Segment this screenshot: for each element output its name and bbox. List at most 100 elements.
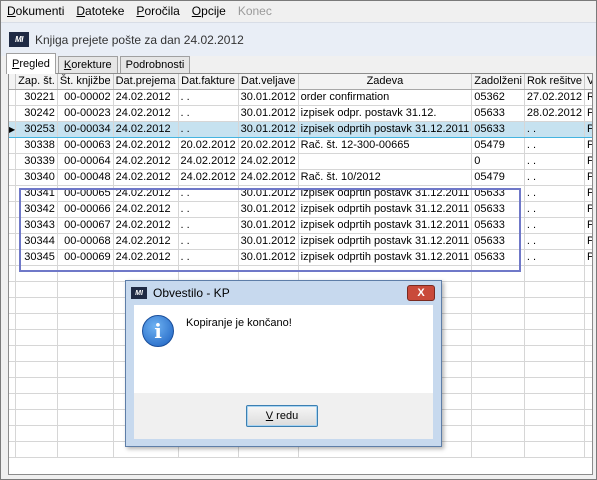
table-cell[interactable]: 30341 [15,185,58,202]
table-cell[interactable]: 28.02.2012 [524,105,585,122]
table-cell[interactable]: izpisek odprtih postavk 31.12.2011 [298,233,473,250]
table-cell[interactable]: 05362 [471,89,525,106]
table-cell[interactable]: . . [524,217,585,234]
table-cell[interactable]: R [584,89,592,106]
table-cell[interactable]: . . [178,105,239,122]
table-cell[interactable]: 30.01.2012 [238,201,299,218]
table-cell[interactable]: 30.01.2012 [238,185,299,202]
table-cell[interactable]: 05479 [471,137,525,154]
table-cell[interactable]: 30.01.2012 [238,249,299,266]
table-cell[interactable]: 05633 [471,105,525,122]
menu-item-opcije[interactable]: Opcije [186,1,232,21]
table-row[interactable]: 30339 00-00064 24.02.2012 24.02.2012 24.02.2… [9,153,592,170]
table-cell[interactable]: 05633 [471,201,525,218]
table-cell[interactable]: Rač. št. 10/2012 [298,169,473,186]
table-cell[interactable]: order confirmation [298,89,473,106]
column-header[interactable]: Zadolženi [471,74,525,90]
table-cell[interactable]: . . [524,153,585,170]
table-cell[interactable]: 00-00064 [57,153,114,170]
table-cell[interactable]: 00-00048 [57,169,114,186]
table-cell[interactable]: 27.02.2012 [524,89,585,106]
table-cell[interactable]: 30.01.2012 [238,120,299,138]
table-cell[interactable]: . . [524,249,585,266]
table-cell[interactable]: P [584,249,592,266]
table-cell[interactable]: . . [524,169,585,186]
table-cell[interactable]: izpisek odprtih postavk 31.12.2011 [298,120,473,138]
table-row[interactable]: 30340 00-00048 24.02.2012 24.02.2012 24.02.2… [9,169,592,186]
table-cell[interactable]: 24.02.2012 [113,169,179,186]
table-cell[interactable]: P [584,201,592,218]
column-header[interactable]: Dat.prejema [113,74,179,90]
table-cell[interactable]: . . [524,120,585,138]
table-row[interactable]: ▶ 30253 00-00034 24.02.2012. . 30.01.2012 izp… [9,120,592,138]
table-row[interactable]: 30221 00-00002 24.02.2012. . 30.01.2012 orde… [9,89,592,106]
table-cell[interactable]: 05633 [471,185,525,202]
table-cell[interactable]: 00-00034 [57,120,114,138]
column-header[interactable]: Št. knjižbe [57,74,114,90]
table-cell[interactable]: 05633 [471,217,525,234]
table-cell[interactable]: 30221 [15,89,58,106]
table-row[interactable]: 30344 00-00068 24.02.2012. . 30.01.2012 izpi… [9,233,592,250]
table-cell[interactable]: izpisek odprtih postavk 31.12.2011 [298,249,473,266]
table-cell[interactable]: izpisek odprtih postavk 31.12.2011 [298,217,473,234]
tab-pregled[interactable]: Pregled [6,53,56,74]
table-row[interactable]: 30341 00-00065 24.02.2012. . 30.01.2012 izpi… [9,185,592,202]
table-cell[interactable]: P [584,120,592,138]
table-cell[interactable]: 20.02.2012 [178,137,239,154]
table-cell[interactable]: izpisek odpr. postavk 31.12. [298,105,473,122]
table-cell[interactable]: 00-00067 [57,217,114,234]
table-cell[interactable]: 30.01.2012 [238,233,299,250]
table-row[interactable]: 30342 00-00066 24.02.2012. . 30.01.2012 izpi… [9,201,592,218]
column-header[interactable]: Zadeva [298,74,473,90]
table-cell[interactable]: 00-00066 [57,201,114,218]
menu-item-poročila[interactable]: Poročila [130,1,185,21]
table-cell[interactable]: P [584,137,592,154]
table-cell[interactable]: Rač. št. 12-300-00665 [298,137,473,154]
table-cell[interactable]: . . [178,233,239,250]
table-cell[interactable]: 05633 [471,120,525,138]
table-row[interactable]: 30345 00-00069 24.02.2012. . 30.01.2012 izpi… [9,249,592,266]
table-row[interactable]: 30343 00-00067 24.02.2012. . 30.01.2012 izpi… [9,217,592,234]
table-cell[interactable]: P [584,185,592,202]
ok-button[interactable]: V redu [246,405,318,427]
table-cell[interactable]: 30.01.2012 [238,217,299,234]
table-cell[interactable]: 05479 [471,169,525,186]
table-cell[interactable]: 30342 [15,201,58,218]
tab-korekture[interactable]: Korekture [57,56,118,74]
table-cell[interactable]: 30253 [15,120,58,138]
table-cell[interactable]: 24.02.2012 [178,169,239,186]
table-cell[interactable]: 30340 [15,169,58,186]
table-cell[interactable]: . . [524,201,585,218]
table-cell[interactable]: 24.02.2012 [113,217,179,234]
menu-item-datoteke[interactable]: Datoteke [70,1,130,21]
table-cell[interactable]: 05633 [471,233,525,250]
dialog-titlebar[interactable]: MI Obvestilo - KP X [126,281,441,305]
table-cell[interactable]: 24.02.2012 [178,153,239,170]
table-cell[interactable]: . . [178,249,239,266]
table-cell[interactable]: 24.02.2012 [238,169,299,186]
table-cell[interactable]: 30338 [15,137,58,154]
table-cell[interactable]: 20.02.2012 [238,137,299,154]
column-header[interactable]: Zap. št. [15,74,58,90]
column-header[interactable]: Rok rešitve [524,74,585,90]
close-button[interactable]: X [407,285,435,301]
table-cell[interactable]: 00-00065 [57,185,114,202]
table-cell[interactable]: 24.02.2012 [113,120,179,138]
table-cell[interactable]: . . [524,233,585,250]
table-cell[interactable]: . . [524,137,585,154]
table-cell[interactable]: 24.02.2012 [113,201,179,218]
table-cell[interactable]: 24.02.2012 [113,185,179,202]
table-cell[interactable]: 00-00063 [57,137,114,154]
table-cell[interactable]: 00-00069 [57,249,114,266]
table-cell[interactable]: 24.02.2012 [113,233,179,250]
table-cell[interactable]: 30343 [15,217,58,234]
table-row[interactable]: 30242 00-00023 24.02.2012. . 30.01.2012 izpi… [9,105,592,122]
table-cell[interactable]: P [584,169,592,186]
table-cell[interactable]: 24.02.2012 [113,137,179,154]
column-header[interactable]: Dat.veljave [238,74,299,90]
table-cell[interactable]: P [584,105,592,122]
menu-item-konec[interactable]: Konec [232,1,278,21]
table-cell[interactable]: . . [178,185,239,202]
table-cell[interactable]: . . [178,217,239,234]
table-cell[interactable]: . . [178,120,239,138]
